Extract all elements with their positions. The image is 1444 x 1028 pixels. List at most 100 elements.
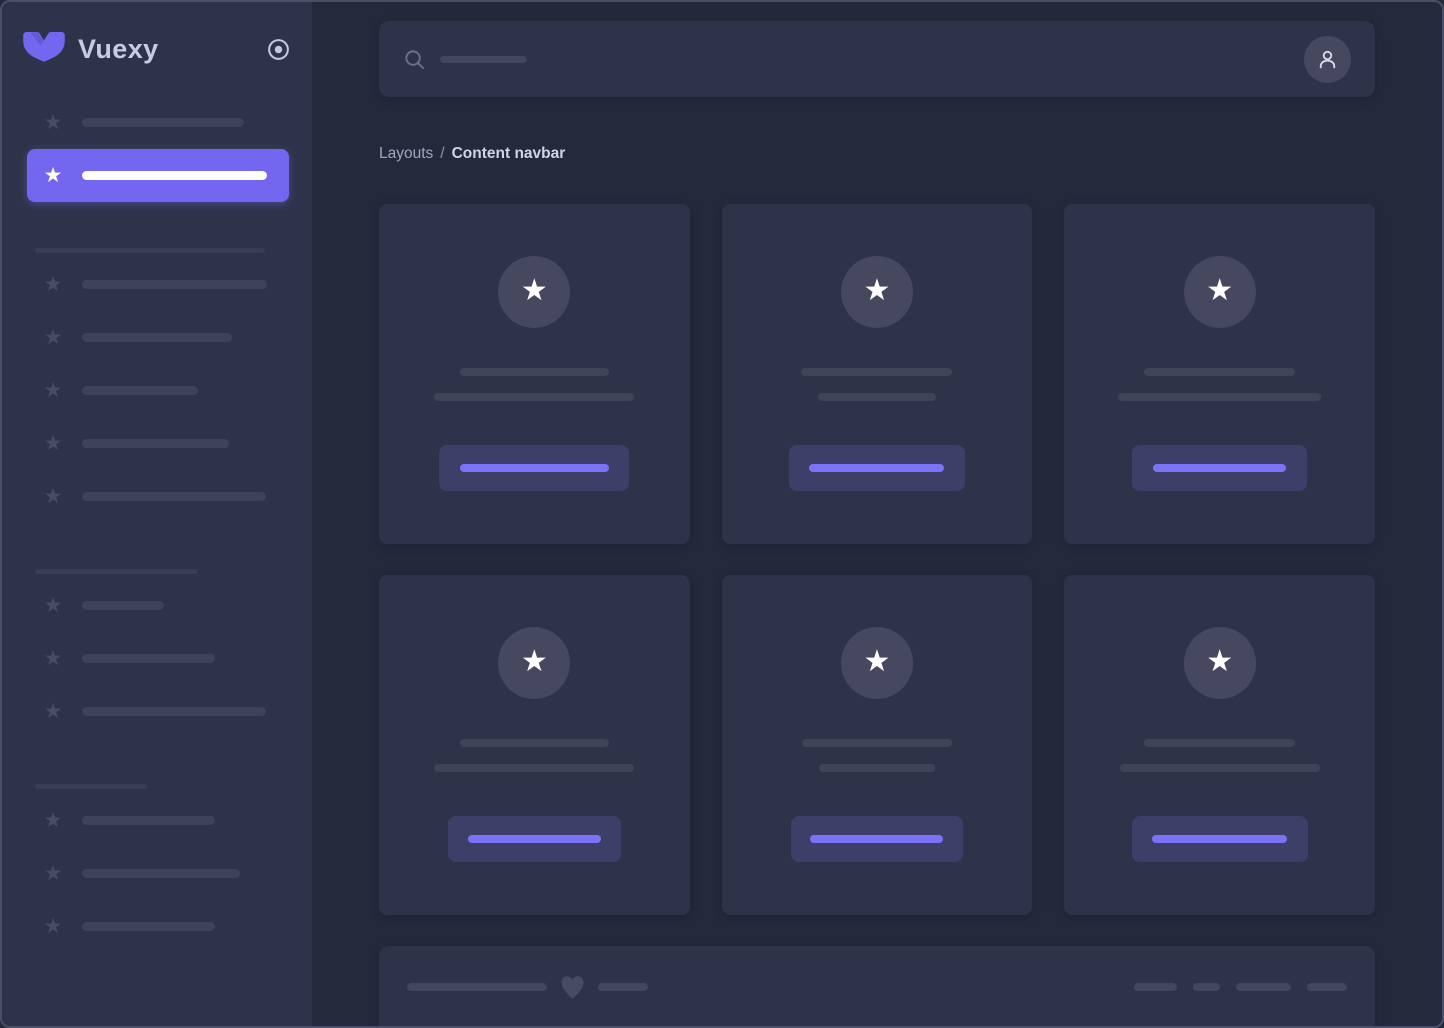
star-avatar: ★ [498,627,570,699]
menu-section-divider [35,569,198,574]
menu-label-placeholder [82,707,266,716]
sidebar: Vuexy ★ ★ ★ ★ ★ ★ ★ ★ ★ ★ ★ ★ ★ [2,2,312,1026]
star-icon: ★ [1206,647,1233,677]
button-label-placeholder [809,464,944,472]
button-label-placeholder [460,464,609,472]
sidebar-item-active[interactable]: ★ [27,149,289,202]
breadcrumb: Layouts / Content navbar [379,145,1375,163]
sidebar-item[interactable]: ★ [2,311,312,364]
sidebar-item[interactable]: ★ [2,470,312,523]
text-placeholder-bar [460,368,609,376]
star-icon: ★ [42,810,64,831]
radio-dot-icon[interactable] [266,37,291,62]
text-placeholder-bar [1118,393,1321,401]
star-icon: ★ [42,165,64,186]
menu-section-divider [35,784,147,789]
text-placeholder-bar [801,368,952,376]
sidebar-item[interactable]: ★ [2,96,312,149]
footer-text-placeholder [407,983,547,991]
app-title[interactable]: Vuexy [78,34,159,65]
footer-link-placeholder [1134,983,1177,991]
breadcrumb-parent[interactable]: Layouts [379,145,433,163]
sidebar-item[interactable]: ★ [2,364,312,417]
text-placeholder-bar [802,739,952,747]
star-avatar: ★ [1184,627,1256,699]
user-avatar[interactable] [1304,36,1351,83]
star-icon: ★ [42,863,64,884]
menu-label-placeholder [82,386,198,395]
menu-label-placeholder [82,439,229,448]
vuexy-logo-icon[interactable] [23,32,65,66]
star-icon: ★ [1206,276,1233,306]
sidebar-item[interactable]: ★ [2,847,312,900]
card-action-button[interactable] [789,445,965,491]
sidebar-item[interactable]: ★ [2,794,312,847]
breadcrumb-current: Content navbar [452,145,566,163]
search-icon [403,48,426,71]
sidebar-menu: ★ ★ ★ ★ ★ ★ ★ ★ ★ ★ ★ ★ ★ [2,96,312,1026]
star-icon: ★ [42,595,64,616]
star-icon: ★ [42,274,64,295]
card-action-button[interactable] [1132,816,1308,862]
sidebar-header: Vuexy [2,2,312,96]
text-placeholder-bar [1144,739,1295,747]
sidebar-item[interactable]: ★ [2,579,312,632]
card-action-button[interactable] [1132,445,1307,491]
menu-label-placeholder [82,118,244,127]
star-avatar: ★ [1184,256,1256,328]
text-placeholder-bar [819,764,935,772]
skeleton-card: ★ [1064,204,1375,544]
text-placeholder-bar [1144,368,1295,376]
skeleton-card: ★ [379,204,690,544]
person-icon [1315,47,1340,72]
text-placeholder-bar [460,739,609,747]
menu-label-placeholder [82,816,215,825]
star-icon: ★ [42,648,64,669]
sidebar-item[interactable]: ★ [2,258,312,311]
star-icon: ★ [42,380,64,401]
footer-link-placeholder [1193,983,1220,991]
star-icon: ★ [521,276,548,306]
skeleton-card: ★ [1064,575,1375,915]
footer-link-placeholder [1236,983,1291,991]
button-label-placeholder [1152,835,1287,843]
footer-link-placeholder [1307,983,1347,991]
star-avatar: ★ [498,256,570,328]
heart-icon [560,973,585,1001]
star-icon: ★ [864,647,891,677]
skeleton-card: ★ [722,204,1033,544]
button-label-placeholder [468,835,601,843]
sidebar-item[interactable]: ★ [2,417,312,470]
button-label-placeholder [1153,464,1286,472]
footer-card [379,946,1375,1028]
star-icon: ★ [42,327,64,348]
menu-label-placeholder [82,280,267,289]
main-content: Layouts / Content navbar ★ ★ ★ ★ ★ ★ [312,2,1442,1026]
button-label-placeholder [810,835,943,843]
text-placeholder-bar [1120,764,1320,772]
footer-text-placeholder [598,983,648,991]
menu-label-placeholder [82,601,164,610]
star-icon: ★ [521,647,548,677]
menu-label-placeholder [82,171,267,180]
text-placeholder-bar [434,393,634,401]
card-action-button[interactable] [448,816,621,862]
card-action-button[interactable] [791,816,963,862]
search-bar[interactable] [379,21,1375,97]
card-grid: ★ ★ ★ ★ ★ ★ [379,204,1375,915]
skeleton-card: ★ [379,575,690,915]
star-icon: ★ [42,916,64,937]
app-window: Vuexy ★ ★ ★ ★ ★ ★ ★ ★ ★ ★ ★ ★ ★ [0,0,1444,1028]
menu-label-placeholder [82,333,232,342]
star-avatar: ★ [841,627,913,699]
breadcrumb-separator: / [440,145,444,163]
menu-section-divider [35,248,265,253]
star-icon: ★ [42,486,64,507]
sidebar-item[interactable]: ★ [2,685,312,738]
sidebar-item[interactable]: ★ [2,632,312,685]
card-action-button[interactable] [439,445,629,491]
sidebar-item[interactable]: ★ [2,900,312,953]
star-icon: ★ [864,276,891,306]
menu-label-placeholder [82,492,266,501]
star-icon: ★ [42,112,64,133]
